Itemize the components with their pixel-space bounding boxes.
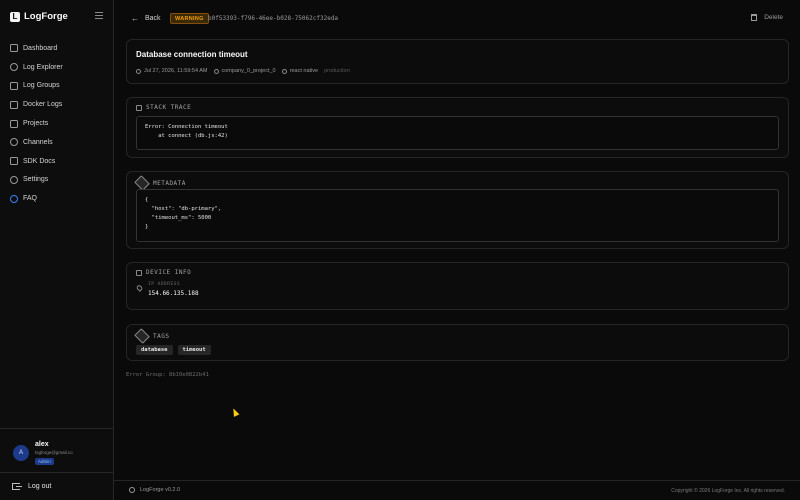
section-title-label: STACK TRACE [146, 104, 192, 111]
sidebar-item-label: Channels [23, 138, 53, 146]
folder-icon [10, 119, 18, 128]
layers-icon [10, 81, 18, 90]
top-bar: ← Back WARNING b0f53393-f796-46ee-b028-7… [114, 0, 800, 38]
sidebar-toggle-icon[interactable] [95, 12, 103, 19]
log-id: b0f53393-f796-46ee-b028-75062cf32eda [208, 15, 339, 22]
footer: LogForge v0.2.0 Copyright © 2026 LogForg… [114, 480, 800, 500]
version-label: LogForge v0.2.0 [140, 487, 181, 493]
ip-label: IP ADDRESS [148, 282, 181, 287]
stack-trace-content: Error: Connection timeout at connect (db… [136, 116, 779, 150]
app-name: LogForge [24, 11, 68, 22]
project-icon [213, 68, 219, 74]
sidebar-nav: Dashboard Log Explorer Log Groups Docker… [0, 39, 113, 208]
sidebar: L LogForge Dashboard Log Explorer Log Gr… [0, 0, 114, 500]
help-icon [10, 194, 18, 203]
section-title: STACK TRACE [136, 104, 191, 111]
sidebar-item-label: Docker Logs [23, 101, 63, 109]
clock-icon [136, 68, 141, 74]
sidebar-item-label: Log Groups [23, 82, 60, 90]
section-title: METADATA [134, 175, 186, 191]
arrow-left-icon: ← [131, 14, 139, 23]
error-group[interactable]: Error Group: 8b10e0822b41 [126, 372, 209, 378]
tag-list: database timeout [136, 345, 216, 355]
copyright: Copyright © 2026 LogForge Inc. All right… [671, 488, 785, 494]
search-icon [10, 63, 18, 72]
code-icon [10, 157, 18, 166]
sidebar-item-label: Projects [23, 120, 49, 128]
logout-button[interactable]: Log out [0, 472, 113, 500]
log-project: company_0_project_0 [221, 68, 276, 74]
logout-label: Log out [28, 483, 52, 490]
delete-button[interactable]: Delete [751, 14, 783, 21]
sidebar-item-faq[interactable]: FAQ [0, 189, 113, 208]
log-message: Database connection timeout [136, 50, 248, 59]
location-icon [135, 284, 144, 292]
logout-icon [12, 483, 22, 490]
gear-icon [10, 175, 18, 184]
platform-icon [281, 68, 287, 74]
sidebar-item-sdk-docs[interactable]: SDK Docs [0, 152, 113, 171]
logo-icon: L [10, 11, 20, 22]
delete-label: Delete [764, 14, 783, 21]
stack-trace-card: STACK TRACE Error: Connection timeout at… [126, 97, 789, 158]
user-email: logforge@gmail.co [35, 450, 73, 455]
tag-icon [134, 328, 150, 344]
metadata-content: { "host": "db-primary", "timeout_ms": 50… [136, 189, 779, 242]
section-title-label: DEVICE INFO [146, 269, 192, 276]
sidebar-item-settings[interactable]: Settings [0, 171, 113, 190]
tag-chip[interactable]: timeout [177, 345, 211, 355]
mouse-cursor-icon [230, 407, 240, 417]
metadata-card: METADATA { "host": "db-primary", "timeou… [126, 171, 789, 249]
back-button[interactable]: ← Back [131, 14, 161, 23]
section-title: DEVICE INFO [136, 269, 191, 276]
section-title-label: TAGS [153, 332, 170, 340]
sidebar-item-label: Dashboard [23, 44, 58, 52]
brand[interactable]: L LogForge [10, 11, 68, 22]
ip-value: 154.66.135.188 [148, 290, 199, 297]
level-badge: WARNING [170, 13, 209, 24]
tag-chip[interactable]: database [136, 345, 173, 355]
sidebar-item-log-explorer[interactable]: Log Explorer [0, 58, 113, 77]
back-label: Back [145, 15, 161, 22]
trash-icon [751, 14, 758, 21]
device-info-card: DEVICE INFO IP ADDRESS 154.66.135.188 [126, 262, 789, 310]
sidebar-item-log-groups[interactable]: Log Groups [0, 77, 113, 96]
sidebar-item-label: Settings [23, 176, 49, 184]
radio-icon [10, 138, 18, 147]
log-environment: production [324, 68, 350, 74]
section-title-label: METADATA [153, 179, 186, 187]
sidebar-item-label: SDK Docs [23, 157, 56, 165]
tags-card: TAGS database timeout [126, 324, 789, 361]
sidebar-item-dashboard[interactable]: Dashboard [0, 39, 113, 58]
section-title: TAGS [134, 328, 170, 344]
layers-icon [136, 104, 142, 111]
grid-icon [10, 44, 18, 53]
role-badge: Admin [35, 458, 54, 465]
sidebar-item-projects[interactable]: Projects [0, 114, 113, 133]
log-timestamp: Jul 27, 2026, 11:59:54 AM [144, 68, 208, 74]
monitor-icon [136, 269, 142, 276]
sidebar-item-label: Log Explorer [23, 63, 63, 71]
sidebar-item-docker-logs[interactable]: Docker Logs [0, 95, 113, 114]
user-name: alex [35, 441, 49, 448]
log-summary-card: Database connection timeout Jul 27, 2026… [126, 39, 789, 84]
box-icon [10, 100, 18, 109]
log-meta: Jul 27, 2026, 11:59:54 AM company_0_proj… [136, 68, 356, 74]
footer-version: LogForge v0.2.0 [129, 487, 180, 493]
log-platform: react native [289, 68, 319, 74]
sidebar-item-label: FAQ [23, 195, 38, 203]
info-icon [129, 487, 135, 493]
avatar[interactable]: A [13, 445, 29, 461]
sidebar-item-channels[interactable]: Channels [0, 133, 113, 152]
